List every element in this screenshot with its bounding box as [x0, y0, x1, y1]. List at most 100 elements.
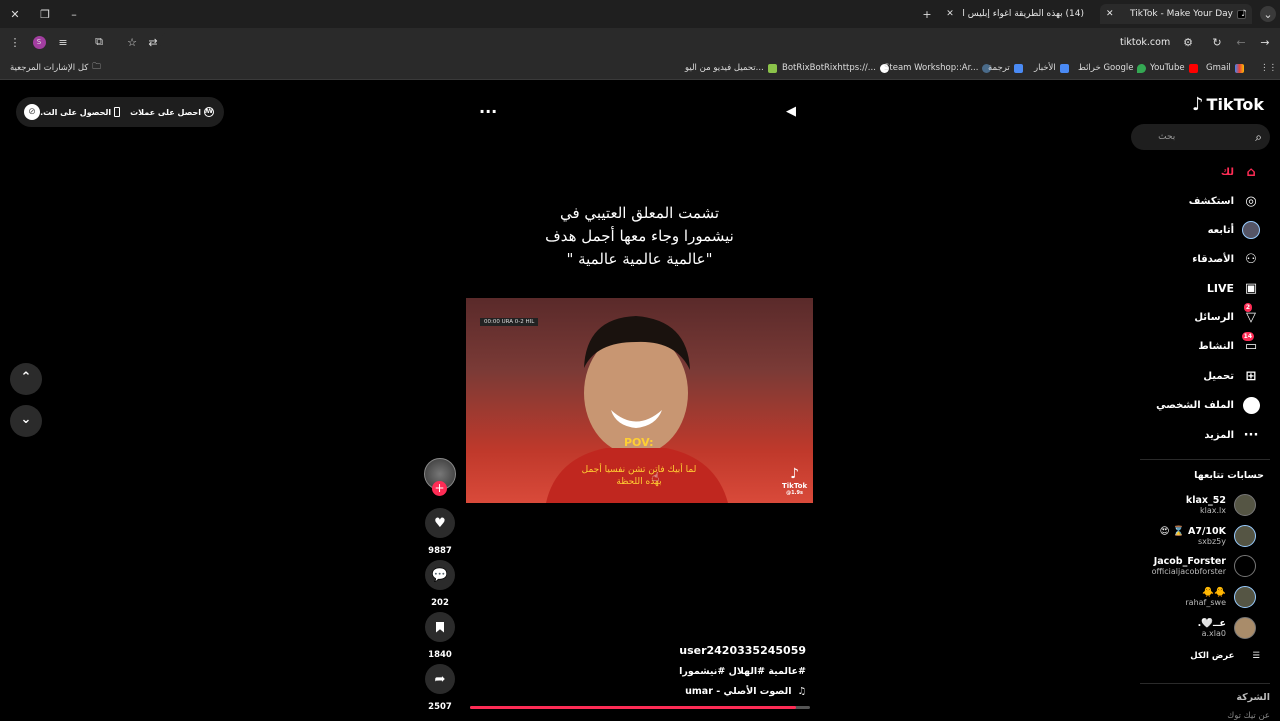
bookmark-news[interactable]: الأخبار [1034, 60, 1069, 76]
bookmark-label: تحميل فيديو من اليو... [685, 63, 764, 73]
tiktok-logo-icon: ♪ [1192, 94, 1204, 115]
nav-label: أتابعه [1207, 224, 1234, 236]
account-name: Jacob_Forster [1153, 556, 1226, 567]
menu-dots-icon[interactable]: ⋮ [7, 34, 23, 50]
bookmark-translate[interactable]: ترجمة [988, 60, 1023, 76]
bookmark-label: ترجمة [988, 63, 1010, 73]
tiktok-logo[interactable]: ♪ TikTok [1192, 94, 1264, 115]
tab-search-chevron-icon[interactable]: ⌄ [1260, 6, 1276, 22]
tab-tiktok[interactable]: TikTok - Make Your Day ✕ [1100, 4, 1252, 24]
site-settings-icon[interactable]: ⚙ [1180, 34, 1196, 50]
translate-icon[interactable]: ⇄ [145, 34, 161, 50]
bookmark-gmail[interactable]: Gmail [1206, 60, 1244, 76]
new-tab-button[interactable]: + [919, 6, 935, 22]
reload-icon[interactable]: ↻ [1209, 34, 1225, 50]
overlay-pov: POV: [624, 436, 654, 449]
post-username[interactable]: user2420335245059 [679, 644, 806, 657]
all-bookmarks-folder[interactable]: كل الإشارات المرجعية 🗀 [10, 60, 101, 76]
mouse-cursor-icon: ☝ [652, 470, 660, 484]
bookmark-download-video[interactable]: تحميل فيديو من اليو... [685, 60, 777, 76]
following-account[interactable]: Jacob_Forster officialjacobforster [1116, 553, 1256, 579]
nav-activity[interactable]: ▭ 14 النشاط [1198, 332, 1260, 355]
bookmark-star-icon[interactable]: ☆ [124, 34, 140, 50]
profile-icon [1242, 396, 1260, 414]
top-left-avatar[interactable]: ⊘ [24, 104, 40, 120]
video-player[interactable]: 00:00 URA 0-2 HIL POV: لما أبيك فاتن تشن… [466, 298, 813, 503]
back-arrow-icon[interactable]: ← [1233, 34, 1249, 50]
volume-icon[interactable]: ◀︎ [786, 104, 796, 119]
news-icon [1059, 63, 1069, 73]
bookmark-label: الأخبار [1034, 63, 1056, 73]
comment-button[interactable]: 💬 [425, 560, 455, 590]
account-handle: officialjacobforster [1151, 567, 1226, 576]
tiktok-watermark: ♪ TikTok @1.9s [782, 466, 807, 496]
get-coins-label: احصل على عملات [130, 107, 201, 117]
translate-favicon-icon [1013, 63, 1023, 73]
nav-upload[interactable]: ⊞ تحميل [1203, 367, 1260, 385]
sidebar-divider [1140, 459, 1270, 460]
get-app-button[interactable]: الحصول على الت... [34, 107, 121, 117]
like-button[interactable]: ♥ [425, 508, 455, 538]
profile-avatar-icon[interactable]: S [31, 34, 47, 50]
see-all-button[interactable]: ☰ عرض الكل [1190, 651, 1260, 661]
bookmark-icon [436, 621, 444, 633]
close-tab-icon[interactable]: ✕ [1106, 9, 1114, 19]
nav-profile[interactable]: الملف الشخصي [1156, 396, 1260, 414]
nav-explore[interactable]: ◎ استكشف [1189, 192, 1260, 210]
restore-window-icon[interactable]: ❐ [37, 6, 53, 22]
nav-following[interactable]: أتابعه [1208, 221, 1260, 239]
tiktok-tab-audio-icon: ♪ [1241, 9, 1247, 19]
post-sound[interactable]: umar - الصوت الأصلي ♫ [685, 686, 806, 697]
nav-label: LIVE [1206, 281, 1234, 295]
list-icon: ☰ [1252, 651, 1260, 661]
close-window-icon[interactable]: ✕ [7, 6, 23, 22]
following-account[interactable]: klax_52 klax.lx [1116, 492, 1256, 518]
url-text: tiktok.com [1120, 37, 1171, 48]
bookmark-label: خرائط Google [1078, 63, 1134, 73]
like-count: 9887 [428, 546, 452, 556]
bookmark-botrix[interactable]: BotRixBotRixhttps://... [782, 60, 889, 76]
next-video-button[interactable]: ⌄ [10, 405, 42, 437]
more-options-icon[interactable]: ··· [479, 104, 497, 120]
nav-for-you[interactable]: ⌂ لك [1221, 163, 1260, 181]
browser-tab-bar: ✕ ❐ – + ✕ (14) بهذه الطريقة اغواء إبليس … [0, 0, 1280, 28]
following-account[interactable]: A7/10K ⌛ 😍 sxbz5y [1116, 523, 1256, 549]
share-count: 2507 [428, 702, 452, 712]
account-name: عــ🤍. [1197, 618, 1226, 629]
follow-plus-button[interactable]: + [432, 481, 447, 496]
forward-arrow-icon[interactable]: → [1257, 34, 1273, 50]
get-coins-button[interactable]: ꟿ احصل على عملات [130, 107, 214, 117]
previous-video-button[interactable]: ⌃ [10, 363, 42, 395]
post-hashtags[interactable]: #عالمية #الهلال #نيشمورا [679, 666, 806, 677]
minimize-window-icon[interactable]: – [66, 6, 82, 22]
close-tab-icon[interactable]: ✕ [942, 6, 958, 22]
following-account[interactable]: 🐥🐥 rahaf_swe [1116, 584, 1256, 610]
video-progress-bar[interactable] [470, 706, 810, 709]
nav-friends[interactable]: ⚇ الأصدقاء [1192, 250, 1260, 268]
bookmark-steam[interactable]: Steam Workshop::Ar... [884, 60, 992, 76]
nav-messages[interactable]: ▽ 2 الرسائل [1194, 303, 1260, 326]
phone-icon [114, 107, 121, 117]
comment-count: 202 [431, 598, 449, 608]
share-button[interactable]: ➦ [425, 664, 455, 694]
address-bar[interactable] [160, 31, 1200, 53]
tab-label: (14) بهذه الطريقة اغواء إبليس ابن [962, 9, 1084, 19]
save-button[interactable] [425, 612, 455, 642]
bookmark-youtube[interactable]: YouTube [1150, 60, 1198, 76]
following-account[interactable]: عــ🤍. a.xla0 [1116, 615, 1256, 641]
compass-icon: ◎ [1245, 193, 1257, 209]
bookmark-maps[interactable]: خرائط Google [1078, 60, 1147, 76]
tab-youtube[interactable]: (14) بهذه الطريقة اغواء إبليس ابن [962, 4, 1094, 24]
extensions-icon[interactable]: ⧉ [91, 34, 107, 50]
tiktok-note-icon: ♪ [790, 466, 800, 482]
maps-icon [1137, 63, 1147, 73]
bookmark-label: YouTube [1150, 63, 1185, 73]
queue-icon[interactable]: ≡ [55, 34, 71, 50]
nav-live[interactable]: ▣ LIVE [1207, 279, 1260, 297]
nav-more[interactable]: ··· المزيد [1204, 426, 1260, 444]
search-box[interactable]: ⌕ بحث [1131, 124, 1270, 150]
upload-icon: ⊞ [1245, 368, 1257, 384]
apps-grid-icon[interactable]: ⋮⋮ [1260, 60, 1277, 76]
nav-label: الأصدقاء [1192, 253, 1234, 265]
company-link[interactable]: الشركة [1236, 692, 1270, 703]
